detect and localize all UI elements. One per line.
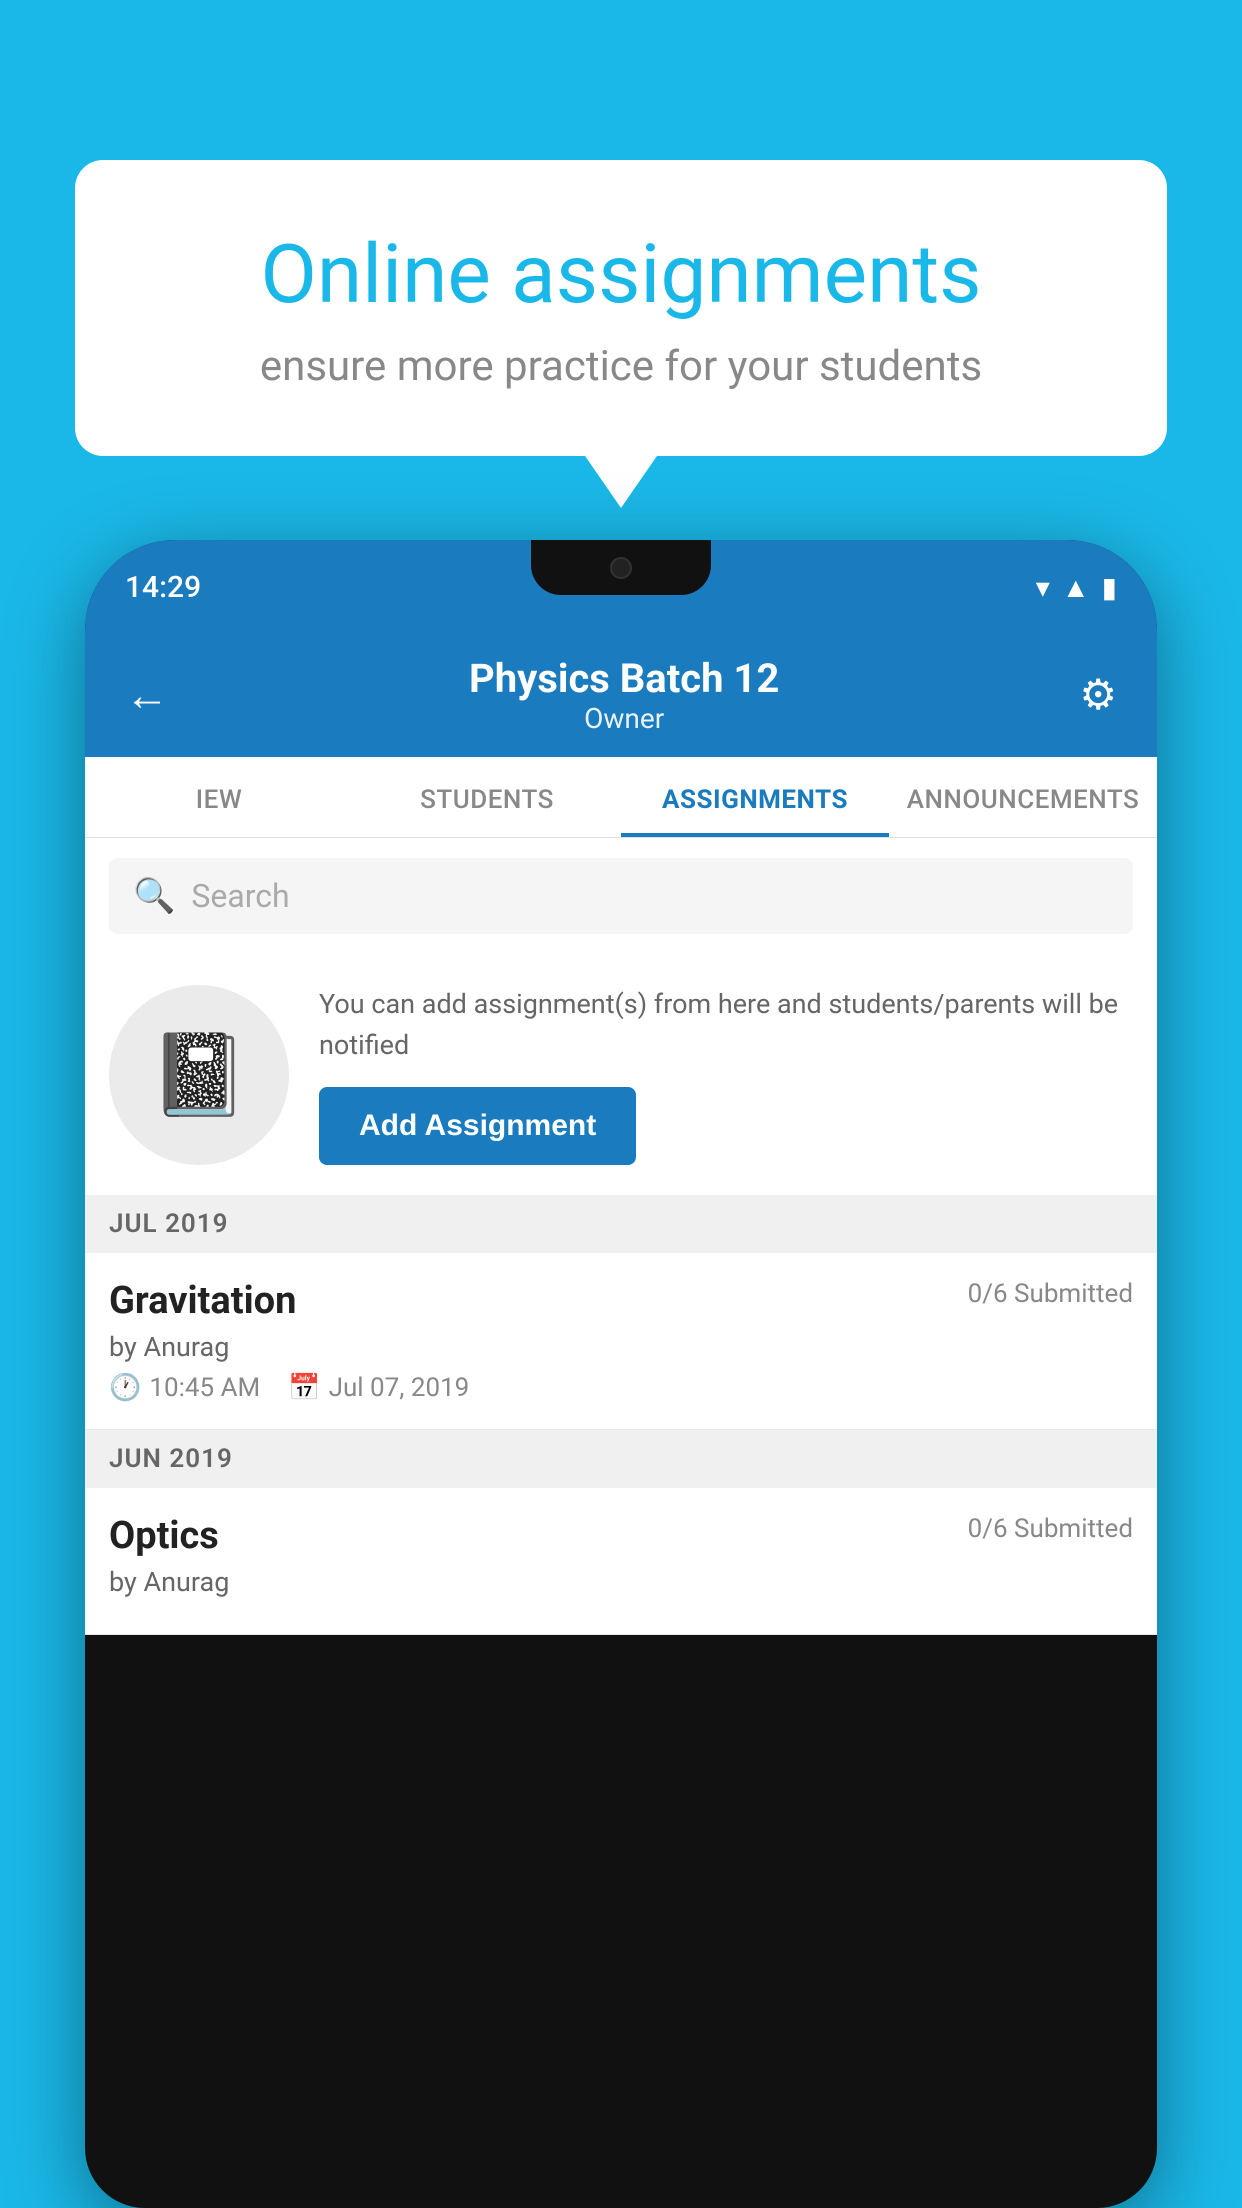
speech-bubble-subtitle: ensure more practice for your students — [155, 342, 1087, 391]
battery-icon: ▮ — [1102, 571, 1117, 604]
phone-content: 🔍 Search 📓 You can add assignment(s) fro… — [85, 838, 1157, 1635]
search-placeholder: Search — [191, 877, 289, 915]
search-bar[interactable]: 🔍 Search — [109, 858, 1133, 934]
status-time: 14:29 — [125, 570, 201, 605]
signal-icon: ▲ — [1062, 571, 1090, 604]
clock-icon: 🕐 — [109, 1373, 141, 1403]
wifi-icon: ▾ — [1036, 571, 1050, 604]
app-header: ← Physics Batch 12 Owner ⚙ — [85, 635, 1157, 757]
header-subtitle: Owner — [469, 702, 779, 735]
assignment-row-top-optics: Optics 0/6 Submitted — [109, 1514, 1133, 1558]
promo-text-area: You can add assignment(s) from here and … — [319, 984, 1133, 1165]
tab-assignments[interactable]: ASSIGNMENTS — [621, 757, 889, 837]
assignment-title-optics: Optics — [109, 1514, 219, 1558]
tab-students[interactable]: STUDENTS — [353, 757, 621, 837]
status-icons: ▾ ▲ ▮ — [1036, 571, 1117, 604]
section-header-jul: JUL 2019 — [85, 1195, 1157, 1253]
phone-notch — [531, 540, 711, 595]
assignment-by-gravitation: by Anurag — [109, 1331, 1133, 1363]
header-center: Physics Batch 12 Owner — [469, 655, 779, 735]
add-assignment-button[interactable]: Add Assignment — [319, 1087, 636, 1165]
notebook-icon: 📓 — [149, 1028, 249, 1122]
tab-announcements[interactable]: ANNOUNCEMENTS — [889, 757, 1157, 837]
search-icon: 🔍 — [133, 876, 175, 916]
back-button[interactable]: ← — [125, 669, 169, 721]
assignment-title-gravitation: Gravitation — [109, 1279, 296, 1323]
assignment-date-gravitation: 📅 Jul 07, 2019 — [288, 1373, 469, 1403]
assignment-submitted-optics: 0/6 Submitted — [968, 1514, 1133, 1544]
header-title: Physics Batch 12 — [469, 655, 779, 702]
tab-iew[interactable]: IEW — [85, 757, 353, 837]
speech-bubble-container: Online assignments ensure more practice … — [75, 160, 1167, 456]
assignment-item-gravitation[interactable]: Gravitation 0/6 Submitted by Anurag 🕐 10… — [85, 1253, 1157, 1430]
assignment-meta-gravitation: 🕐 10:45 AM 📅 Jul 07, 2019 — [109, 1373, 1133, 1403]
camera-dot — [610, 557, 632, 579]
tabs-container: IEW STUDENTS ASSIGNMENTS ANNOUNCEMENTS — [85, 757, 1157, 838]
assignment-submitted-gravitation: 0/6 Submitted — [968, 1279, 1133, 1309]
assignment-by-optics: by Anurag — [109, 1566, 1133, 1598]
assignment-item-optics[interactable]: Optics 0/6 Submitted by Anurag — [85, 1488, 1157, 1635]
assignment-row-top: Gravitation 0/6 Submitted — [109, 1279, 1133, 1323]
search-container: 🔍 Search — [85, 838, 1157, 954]
status-bar: 14:29 ▾ ▲ ▮ — [85, 540, 1157, 635]
assignment-time-gravitation: 🕐 10:45 AM — [109, 1373, 260, 1403]
speech-bubble: Online assignments ensure more practice … — [75, 160, 1167, 456]
section-header-jun: JUN 2019 — [85, 1430, 1157, 1488]
promo-section: 📓 You can add assignment(s) from here an… — [85, 954, 1157, 1195]
gear-icon[interactable]: ⚙ — [1079, 670, 1117, 720]
promo-description: You can add assignment(s) from here and … — [319, 984, 1133, 1065]
phone-frame: 14:29 ▾ ▲ ▮ ← Physics Batch 12 Owner ⚙ I… — [85, 540, 1157, 2208]
promo-icon-circle: 📓 — [109, 985, 289, 1165]
calendar-icon: 📅 — [288, 1373, 320, 1403]
speech-bubble-title: Online assignments — [155, 230, 1087, 320]
